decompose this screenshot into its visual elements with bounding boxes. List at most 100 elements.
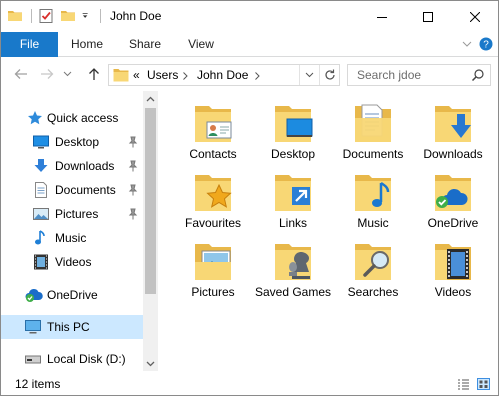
- minimize-icon: [377, 16, 387, 18]
- folder-icon: [113, 69, 129, 82]
- pin-icon[interactable]: [127, 184, 139, 196]
- minimize-button[interactable]: [359, 1, 405, 32]
- close-button[interactable]: [452, 1, 498, 32]
- file-explorer-window: John Doe File Home Share View ? « Users …: [0, 0, 499, 396]
- folder-videos[interactable]: Videos: [413, 233, 493, 303]
- folder-label: Desktop: [270, 147, 316, 161]
- star-icon: [28, 111, 42, 125]
- back-arrow-icon: [14, 69, 27, 79]
- nav-item-label: Videos: [55, 255, 92, 269]
- folder-icon[interactable]: [7, 8, 23, 24]
- pin-icon[interactable]: [127, 208, 139, 220]
- status-bar: 12 items: [1, 373, 498, 395]
- documents-icon: [35, 182, 47, 198]
- folder-links[interactable]: Links: [253, 164, 333, 234]
- favourites-folder-icon: [195, 175, 232, 211]
- nav-item-label: Documents: [55, 183, 116, 197]
- pin-icon[interactable]: [127, 160, 139, 172]
- scrollbar-thumb[interactable]: [145, 108, 156, 294]
- breadcrumb-users[interactable]: Users: [147, 68, 178, 82]
- folder-downloads[interactable]: Downloads: [413, 95, 493, 165]
- nav-item-videos[interactable]: Videos: [1, 250, 143, 274]
- toolbar-divider: [31, 9, 32, 23]
- search-placeholder: Search jdoe: [357, 68, 422, 82]
- tab-share[interactable]: Share: [117, 32, 173, 57]
- folder-saved-games[interactable]: Saved Games: [253, 233, 333, 303]
- folder-label: Pictures: [191, 285, 235, 299]
- help-button[interactable]: ?: [479, 37, 493, 51]
- pin-icon[interactable]: [127, 136, 139, 148]
- scroll-up-arrow-icon[interactable]: [146, 95, 155, 104]
- nav-item-desktop[interactable]: Desktop: [1, 130, 143, 154]
- folder-pictures[interactable]: Pictures: [173, 233, 253, 303]
- address-history-chevron-icon[interactable]: [305, 72, 314, 78]
- expand-ribbon-button[interactable]: [460, 37, 474, 51]
- contacts-folder-icon: [195, 106, 232, 142]
- downloads-folder-icon: [435, 106, 471, 142]
- search-box[interactable]: Search jdoe: [347, 64, 491, 86]
- properties-icon[interactable]: [38, 8, 54, 24]
- folder-desktop[interactable]: Desktop: [253, 95, 333, 165]
- refresh-icon[interactable]: [323, 68, 337, 82]
- folder-searches[interactable]: Searches: [333, 233, 413, 303]
- maximize-button[interactable]: [405, 1, 451, 32]
- nav-item-pictures[interactable]: Pictures: [1, 202, 143, 226]
- breadcrumb-separator-icon[interactable]: [183, 72, 188, 80]
- folder-music[interactable]: Music: [333, 164, 413, 234]
- breadcrumb-overflow[interactable]: «: [133, 68, 140, 82]
- folder-contacts[interactable]: Contacts: [173, 95, 253, 165]
- folder-label: Links: [278, 216, 307, 230]
- nav-pane-scrollbar[interactable]: [143, 91, 158, 371]
- back-button[interactable]: [12, 65, 30, 83]
- folder-label: Favourites: [184, 216, 242, 230]
- navigation-bar: « Users John Doe Search jdoe: [1, 57, 498, 91]
- recent-locations-button[interactable]: [61, 65, 73, 83]
- breadcrumb-john-doe[interactable]: John Doe: [197, 68, 248, 82]
- tab-view[interactable]: View: [177, 32, 225, 57]
- folder-documents[interactable]: Documents: [333, 95, 413, 165]
- address-bar[interactable]: « Users John Doe: [108, 64, 340, 86]
- tab-home[interactable]: Home: [61, 32, 113, 57]
- videos-icon: [34, 254, 48, 270]
- svg-text:?: ?: [483, 40, 489, 51]
- nav-item-label: OneDrive: [47, 288, 98, 302]
- nav-local-disk[interactable]: Local Disk (D:): [1, 347, 143, 371]
- nav-quick-access[interactable]: Quick access: [1, 106, 143, 130]
- large-icons-view-icon[interactable]: [477, 378, 490, 390]
- searches-folder-icon: [355, 244, 391, 280]
- quick-access-toolbar: [7, 8, 107, 24]
- desktop-icon: [33, 135, 49, 149]
- nav-item-label: This PC: [47, 320, 90, 334]
- toolbar-divider: [100, 9, 101, 23]
- breadcrumb-separator-icon[interactable]: [255, 72, 260, 80]
- item-count: 12 items: [15, 377, 61, 391]
- forward-button[interactable]: [38, 65, 56, 83]
- search-icon[interactable]: [471, 68, 485, 82]
- help-icon: ?: [479, 37, 493, 51]
- address-divider: [299, 65, 300, 85]
- nav-item-downloads[interactable]: Downloads: [1, 154, 143, 178]
- nav-item-label: Quick access: [47, 111, 119, 125]
- nav-onedrive[interactable]: OneDrive: [1, 283, 143, 307]
- ribbon-tabs: File Home Share View ?: [1, 32, 498, 57]
- nav-this-pc[interactable]: This PC: [1, 315, 143, 339]
- links-folder-icon: [275, 175, 311, 211]
- videos-folder-icon: [435, 244, 471, 280]
- documents-folder-icon: [355, 104, 391, 142]
- maximize-icon: [423, 11, 433, 22]
- nav-item-music[interactable]: Music: [1, 226, 143, 250]
- tab-file[interactable]: File: [1, 32, 58, 57]
- details-view-icon[interactable]: [457, 378, 470, 390]
- nav-item-documents[interactable]: Documents: [1, 178, 143, 202]
- nav-item-label: Local Disk (D:): [47, 352, 126, 366]
- music-icon: [35, 230, 45, 245]
- customize-toolbar-chevron-icon[interactable]: [82, 8, 92, 24]
- folder-favourites[interactable]: Favourites: [173, 164, 253, 234]
- up-arrow-icon: [89, 68, 99, 80]
- new-folder-icon[interactable]: [60, 8, 76, 24]
- pictures-icon: [33, 208, 49, 220]
- onedrive-cloud-icon: [25, 288, 43, 302]
- folder-onedrive[interactable]: OneDrive: [413, 164, 493, 234]
- up-button[interactable]: [85, 65, 103, 83]
- scroll-down-arrow-icon[interactable]: [146, 359, 155, 368]
